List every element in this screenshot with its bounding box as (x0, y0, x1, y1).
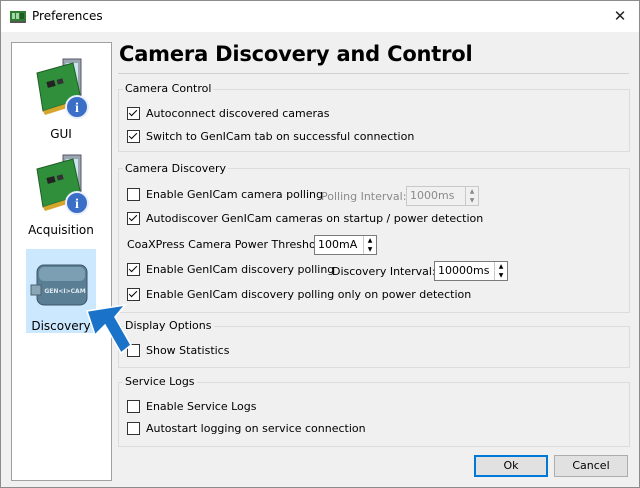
spin-up-icon[interactable]: ▲ (495, 262, 507, 271)
group-title: Display Options (123, 319, 214, 332)
checkbox-box[interactable] (127, 212, 140, 225)
enable-discovery-polling-checkbox[interactable]: Enable GenICam discovery polling (127, 263, 334, 276)
pointer-arrow-icon (86, 303, 132, 355)
spin-down-icon[interactable]: ▼ (495, 271, 507, 280)
autoconnect-checkbox[interactable]: Autoconnect discovered cameras (127, 107, 330, 120)
preferences-window: Preferences ✕ i GUI i Acquisition GEN<I>… (0, 0, 640, 488)
spin-arrows[interactable]: ▲ ▼ (465, 187, 478, 205)
polling-interval-spinbox[interactable]: 1000ms ▲ ▼ (406, 186, 479, 206)
svg-text:i: i (75, 101, 79, 116)
sidebar-item-label: Acquisition (28, 223, 94, 237)
discovery-interval-label: Discovery Interval: (332, 265, 436, 278)
checkbox-label: Autostart logging on service connection (146, 422, 366, 435)
group-title: Camera Discovery (123, 162, 229, 175)
polling-interval-label: Polling Interval: (321, 190, 407, 203)
checkbox-box[interactable] (127, 263, 140, 276)
spinbox-value: 1000ms (410, 189, 455, 202)
category-sidebar: i GUI i Acquisition GEN<I>CAM Discovery (11, 42, 112, 481)
spin-down-icon[interactable]: ▼ (364, 245, 376, 254)
sidebar-item-label: GUI (50, 127, 72, 141)
checkbox-label: Switch to GenICam tab on successful conn… (146, 130, 415, 143)
checkbox-label: Show Statistics (146, 344, 230, 357)
checkbox-label: Enable GenICam discovery polling only on… (146, 288, 472, 301)
svg-text:GEN<I>CAM: GEN<I>CAM (44, 288, 85, 295)
sidebar-item-acquisition[interactable]: i Acquisition (26, 153, 96, 237)
page-title: Camera Discovery and Control (119, 42, 473, 66)
checkbox-box[interactable] (127, 130, 140, 143)
checkbox-label: Autodiscover GenICam cameras on startup … (146, 212, 484, 225)
checkbox-box[interactable] (127, 400, 140, 413)
show-statistics-checkbox[interactable]: Show Statistics (127, 344, 229, 357)
polling-on-power-checkbox[interactable]: Enable GenICam discovery polling only on… (127, 288, 471, 301)
group-title: Camera Control (123, 82, 214, 95)
close-icon[interactable]: ✕ (609, 5, 631, 27)
power-threshold-label: CoaXPress Camera Power Threshold: (127, 238, 330, 251)
spinbox-value: 100mA (318, 238, 358, 251)
window-title: Preferences (32, 9, 103, 23)
svg-text:i: i (75, 197, 79, 212)
sidebar-item-gui[interactable]: i GUI (26, 57, 96, 141)
spin-down-icon[interactable]: ▼ (466, 196, 478, 205)
enable-service-logs-checkbox[interactable]: Enable Service Logs (127, 400, 257, 413)
autodiscover-checkbox[interactable]: Autodiscover GenICam cameras on startup … (127, 212, 483, 225)
title-bar[interactable]: Preferences ✕ (1, 1, 639, 32)
discovery-interval-spinbox[interactable]: 10000ms ▲ ▼ (434, 261, 508, 281)
checkbox-box[interactable] (127, 188, 140, 201)
power-threshold-spinbox[interactable]: 100mA ▲ ▼ (314, 235, 377, 255)
group-title: Service Logs (123, 375, 197, 388)
checkbox-label: Autoconnect discovered cameras (146, 107, 330, 120)
spin-arrows[interactable]: ▲ ▼ (363, 236, 376, 254)
app-icon (10, 11, 26, 23)
spin-up-icon[interactable]: ▲ (466, 187, 478, 196)
cancel-button[interactable]: Cancel (554, 455, 628, 477)
pc-card-info-icon: i (36, 154, 89, 215)
ok-button[interactable]: Ok (474, 455, 548, 477)
autostart-logging-checkbox[interactable]: Autostart logging on service connection (127, 422, 366, 435)
checkbox-box[interactable] (127, 422, 140, 435)
spin-up-icon[interactable]: ▲ (364, 236, 376, 245)
checkbox-label: Enable GenICam discovery polling (146, 263, 335, 276)
checkbox-box[interactable] (127, 107, 140, 120)
genicam-camera-icon: GEN<I>CAM (30, 264, 88, 306)
enable-polling-checkbox[interactable]: Enable GenICam camera polling (127, 188, 323, 201)
switch-tab-checkbox[interactable]: Switch to GenICam tab on successful conn… (127, 130, 414, 143)
spinbox-value: 10000ms (438, 264, 490, 277)
service-logs-group (118, 382, 630, 447)
checkbox-box[interactable] (127, 288, 140, 301)
checkbox-label: Enable Service Logs (146, 400, 257, 413)
title-divider (118, 73, 629, 74)
spin-arrows[interactable]: ▲ ▼ (494, 262, 507, 280)
pc-card-info-icon: i (36, 58, 89, 119)
checkbox-label: Enable GenICam camera polling (146, 188, 323, 201)
